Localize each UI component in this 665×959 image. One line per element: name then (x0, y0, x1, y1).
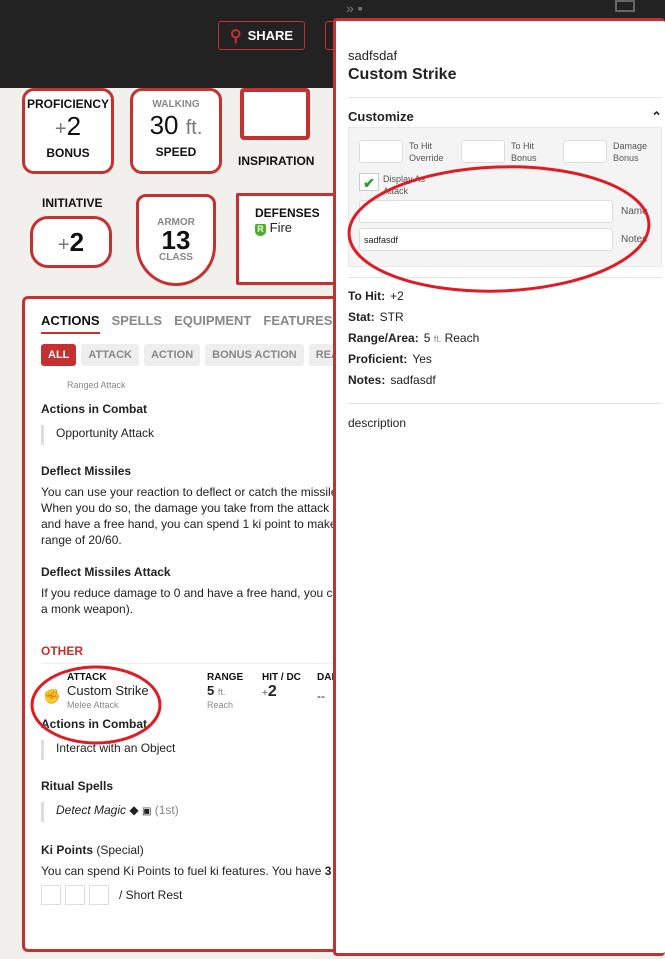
section-title: Ritual Spells (41, 779, 114, 793)
ritual-spell-item[interactable]: Detect Magic ◆ ▣ (1st) (41, 802, 341, 822)
ki-points-title[interactable]: Ki Points (41, 843, 93, 857)
ritual-icon: ▣ (141, 806, 152, 817)
hit-bonus-button[interactable]: +2 (262, 684, 277, 702)
armor-class-shield: ARMOR 13 CLASS (136, 194, 216, 286)
to-hit-bonus-input[interactable] (461, 140, 505, 163)
customize-toggle[interactable]: Customize ⌃ (348, 109, 662, 125)
description-text: If you reduce damage to 0 and have a fre… (41, 586, 340, 616)
ki-description: You can spend Ki Points to fuel ki featu… (41, 864, 332, 878)
item-subtitle: sadfsdaf (348, 48, 398, 63)
customize-form: To Hit Override To Hit Bonus Damage Bonu… (348, 127, 662, 267)
detail-sidebar: sadfsdaf Custom Strike Customize ⌃ To Hit… (333, 18, 665, 956)
chevron-up-icon: ⌃ (651, 109, 662, 124)
ki-slot-checkbox[interactable] (89, 885, 109, 905)
list-item[interactable]: Opportunity Attack (41, 425, 341, 445)
ki-slot-checkbox[interactable] (41, 885, 61, 905)
name-input[interactable] (359, 200, 613, 223)
filter-action[interactable]: ACTION (143, 344, 201, 366)
inspiration-toggle[interactable] (240, 88, 310, 140)
attack-row[interactable]: ATTACK RANGE HIT / DC DAMAGE ✊ Custom St… (41, 664, 341, 716)
section-title: Actions in Combat (41, 402, 148, 416)
share-button[interactable]: ⚲ SHARE (218, 21, 305, 50)
toolbar-icons: » ▪ (346, 0, 363, 16)
filter-bar: ALL ATTACK ACTION BONUS ACTION REACTION (41, 344, 381, 366)
notes-input[interactable]: sadfasdf (359, 228, 613, 251)
resistance-icon: R (255, 224, 266, 236)
proficiency-bonus-box: PROFICIENCY +2 BONUS (22, 88, 114, 174)
item-title: Custom Strike (348, 66, 457, 83)
item-description: description (348, 416, 407, 430)
section-other: OTHER (41, 643, 341, 664)
filter-all[interactable]: ALL (41, 344, 77, 366)
filter-attack[interactable]: ATTACK (81, 344, 139, 366)
initiative-box[interactable]: +2 (30, 216, 112, 268)
inspiration-label: INSPIRATION (238, 154, 315, 168)
tab-spells[interactable]: SPELLS (112, 313, 163, 334)
tab-actions[interactable]: ACTIONS (41, 313, 100, 334)
section-title[interactable]: Deflect Missiles (41, 463, 341, 479)
concentration-icon: ◆ (129, 803, 139, 817)
actions-panel: ACTIONS SPELLS EQUIPMENT FEATURES & TRAI… (22, 296, 396, 952)
properties-list: To Hit: +2 Stat: STR Range/Area: 5 ft. Reac… (348, 289, 480, 387)
initiative-label: INITIATIVE (42, 196, 103, 210)
section-title: Actions in Combat (41, 717, 148, 731)
unarmed-strike-icon: ✊ (43, 688, 61, 704)
speed-box: WALKING 30 ft. SPEED (130, 88, 222, 174)
layout-icon[interactable] (615, 0, 635, 12)
section-title[interactable]: Deflect Missiles Attack (41, 564, 341, 580)
actions-list: Ranged Attack Actions in Combat Opportun… (41, 381, 341, 941)
lock-icon[interactable]: ▪ (358, 0, 363, 16)
ki-slot-checkbox[interactable] (65, 885, 85, 905)
list-item[interactable]: Interact with an Object (41, 740, 341, 760)
damage-bonus-input[interactable] (563, 140, 607, 163)
share-icon: ⚲ (229, 27, 242, 45)
filter-bonus-action[interactable]: BONUS ACTION (205, 344, 304, 366)
defenses-box[interactable]: DEFENSES R Fire (236, 193, 346, 285)
tab-equipment[interactable]: EQUIPMENT (174, 313, 251, 334)
fast-forward-icon[interactable]: » (346, 0, 354, 16)
description-text: You can use your reaction to deflect or … (41, 485, 341, 547)
display-as-attack-checkbox[interactable]: ✔ (359, 173, 379, 191)
to-hit-override-input[interactable] (359, 140, 403, 163)
